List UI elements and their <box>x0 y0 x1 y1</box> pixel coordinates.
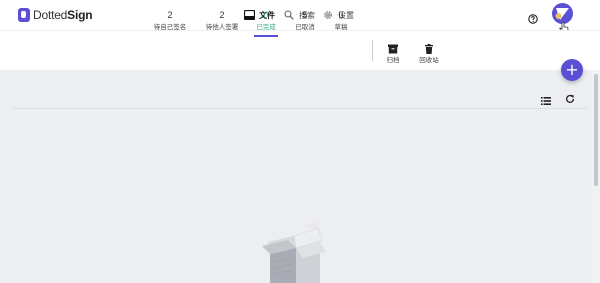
empty-box-illustration-icon <box>258 222 330 283</box>
tab-count: 5 <box>302 10 308 20</box>
tab-label: 草稿 <box>334 23 348 31</box>
plus-icon: + <box>565 60 579 79</box>
help-icon[interactable] <box>528 9 538 24</box>
logo-mark-icon <box>18 8 30 22</box>
tab-label: 待他人签署 <box>205 23 239 31</box>
tab-count: 0 <box>338 10 344 20</box>
tab-archive[interactable]: 归档 <box>383 39 403 64</box>
tab-divider <box>372 40 373 61</box>
tab-cancelled[interactable]: 5 已取消 <box>293 9 317 32</box>
logo[interactable]: DottedSign <box>18 6 93 24</box>
logo-text: DottedSign <box>33 8 93 22</box>
tab-drafts[interactable]: 0 草稿 <box>332 9 350 32</box>
refresh-icon[interactable] <box>565 89 575 103</box>
tab-trash[interactable]: 回收站 <box>418 39 440 64</box>
status-tab-bar <box>0 30 600 70</box>
tab-awaiting-others[interactable]: 2 待他人签署 <box>203 9 241 32</box>
trash-icon <box>424 39 434 54</box>
tab-label: 待自己签名 <box>153 23 187 31</box>
tab-awaiting-my-signature[interactable]: 2 待自己签名 <box>152 9 188 32</box>
archive-box-icon <box>388 39 398 54</box>
tab-label: 已完成 <box>254 22 278 37</box>
add-document-button[interactable]: + <box>561 59 583 81</box>
tab-label: 归档 <box>386 56 400 64</box>
tab-label: 已取消 <box>295 23 315 31</box>
tab-label: 回收站 <box>419 56 439 64</box>
tab-count: 2 <box>167 10 173 20</box>
scrollbar-thumb[interactable] <box>594 74 598 186</box>
tab-completed[interactable]: 0 已完成 <box>254 9 278 37</box>
list-view-icon[interactable] <box>541 90 551 105</box>
tab-count: 0 <box>263 10 269 20</box>
tab-count: 2 <box>219 10 225 20</box>
content-divider <box>12 108 588 109</box>
